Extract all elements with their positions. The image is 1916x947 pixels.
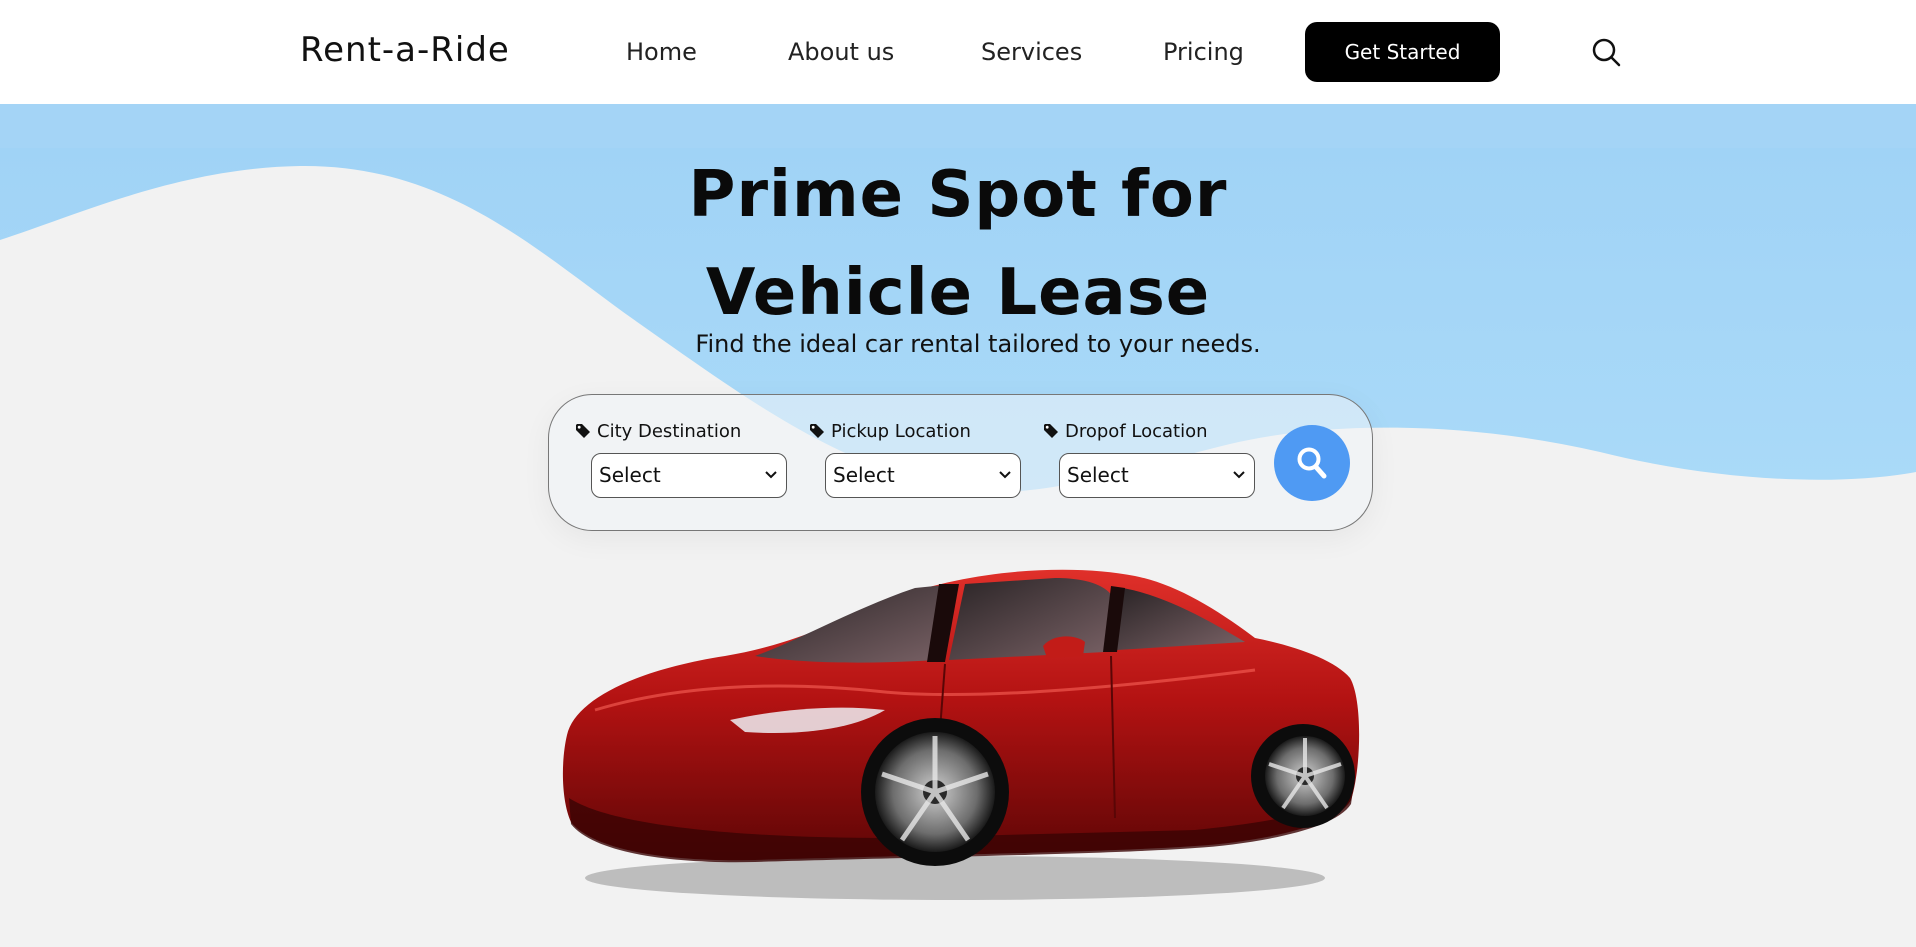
- city-destination-field: City Destination: [575, 420, 775, 442]
- dropoff-location-label: Dropof Location: [1043, 420, 1243, 442]
- pickup-location-select[interactable]: Select: [825, 453, 1021, 498]
- dropoff-location-label-text: Dropof Location: [1065, 420, 1208, 442]
- get-started-button[interactable]: Get Started: [1305, 22, 1500, 82]
- search-submit-button[interactable]: [1274, 425, 1350, 501]
- search-icon[interactable]: [1590, 36, 1622, 68]
- tag-icon: [1044, 424, 1058, 438]
- pickup-location-value: Select: [833, 463, 895, 487]
- city-destination-value: Select: [599, 463, 661, 487]
- nav-about-us[interactable]: About us: [788, 38, 894, 66]
- red-sedan-car-image: [562, 569, 1360, 900]
- tag-icon: [810, 424, 824, 438]
- hero-subtitle: Find the ideal car rental tailored to yo…: [695, 330, 1261, 358]
- dropoff-location-field: Dropof Location: [1043, 420, 1243, 442]
- nav-services[interactable]: Services: [981, 38, 1082, 66]
- pickup-location-field: Pickup Location: [809, 420, 1009, 442]
- dropoff-location-value: Select: [1067, 463, 1129, 487]
- nav-pricing[interactable]: Pricing: [1163, 38, 1244, 66]
- top-navigation-bar: Rent-a-Ride Home About us Services Prici…: [0, 0, 1916, 104]
- tag-icon: [576, 424, 590, 438]
- city-destination-select[interactable]: Select: [591, 453, 787, 498]
- chevron-down-icon: [1233, 471, 1245, 479]
- site-logo[interactable]: Rent-a-Ride: [300, 30, 510, 70]
- hero-title-line-1: Prime Spot for: [688, 158, 1228, 232]
- hero-title-line-2: Vehicle Lease: [705, 256, 1211, 330]
- nav-home[interactable]: Home: [626, 38, 697, 66]
- search-icon: [1297, 447, 1327, 479]
- rental-search-form: City Destination Select Pickup Location …: [548, 394, 1373, 531]
- chevron-down-icon: [999, 471, 1011, 479]
- dropoff-location-select[interactable]: Select: [1059, 453, 1255, 498]
- city-destination-label-text: City Destination: [597, 420, 742, 442]
- pickup-location-label: Pickup Location: [809, 420, 1009, 442]
- chevron-down-icon: [765, 471, 777, 479]
- city-destination-label: City Destination: [575, 420, 775, 442]
- pickup-location-label-text: Pickup Location: [831, 420, 971, 442]
